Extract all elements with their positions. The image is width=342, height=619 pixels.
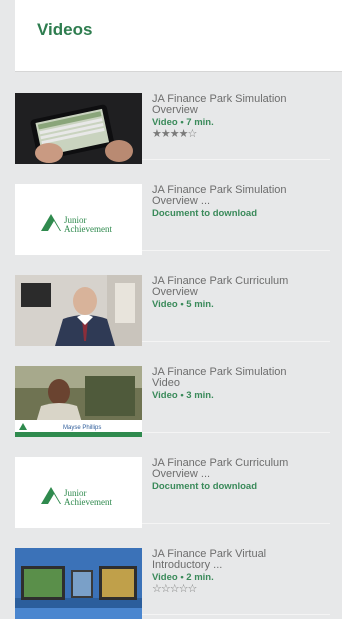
- list-item[interactable]: JA Finance Park Curriculum Overview Vide…: [15, 269, 330, 346]
- list-item[interactable]: JA Finance Park Simulation Overview Vide…: [15, 87, 330, 164]
- item-meta: JA Finance Park Simulation Overview ... …: [152, 185, 330, 220]
- item-meta: JA Finance Park Curriculum Overview Vide…: [152, 276, 330, 311]
- video-thumbnail[interactable]: [15, 93, 142, 164]
- list-item[interactable]: Junior Achievement JA Finance Park Curri…: [15, 451, 330, 528]
- page-title: Videos: [37, 20, 93, 39]
- list-item[interactable]: Junior Achievement JA Finance Park Simul…: [15, 178, 330, 255]
- list-item[interactable]: Mayse Phillips JA Finance Park Simulatio…: [15, 360, 330, 437]
- item-title-cont[interactable]: Overview ...: [152, 469, 330, 480]
- item-title-cont[interactable]: Overview ...: [152, 196, 330, 207]
- document-thumbnail[interactable]: Junior Achievement: [15, 457, 142, 528]
- junior-achievement-logo-line2: Achievement: [64, 224, 112, 234]
- item-title-cont[interactable]: Introductory ...: [152, 560, 330, 571]
- video-thumbnail[interactable]: Mayse Phillips: [15, 366, 142, 437]
- item-title-cont[interactable]: Video: [152, 378, 330, 389]
- item-meta: JA Finance Park Curriculum Overview ... …: [152, 458, 330, 493]
- video-thumbnail[interactable]: [15, 548, 142, 619]
- videos-header: Videos: [15, 0, 342, 72]
- item-title-cont[interactable]: Overview: [152, 105, 330, 116]
- document-thumbnail[interactable]: Junior Achievement: [15, 184, 142, 255]
- item-subtitle: Video • 5 min.: [152, 299, 214, 310]
- video-thumbnail[interactable]: [15, 275, 142, 346]
- item-subtitle: Document to download: [152, 208, 258, 219]
- item-title-cont[interactable]: Overview: [152, 287, 330, 298]
- video-caption-name: Mayse Phillips: [63, 425, 101, 431]
- junior-achievement-logo-line2: Achievement: [64, 497, 112, 507]
- media-list: JA Finance Park Simulation Overview Vide…: [15, 87, 330, 619]
- item-subtitle: Video • 7 min.: [152, 117, 214, 128]
- star-rating[interactable]: ★★★★☆: [152, 129, 330, 140]
- item-subtitle: Video • 3 min.: [152, 390, 214, 401]
- item-meta: JA Finance Park Virtual Introductory ...…: [152, 549, 330, 595]
- item-subtitle: Document to download: [152, 481, 258, 492]
- item-meta: JA Finance Park Simulation Video Video •…: [152, 367, 330, 402]
- item-subtitle: Video • 2 min.: [152, 572, 214, 583]
- item-meta: JA Finance Park Simulation Overview Vide…: [152, 94, 330, 140]
- list-item[interactable]: JA Finance Park Virtual Introductory ...…: [15, 542, 330, 619]
- star-rating[interactable]: ☆☆☆☆☆: [152, 584, 330, 595]
